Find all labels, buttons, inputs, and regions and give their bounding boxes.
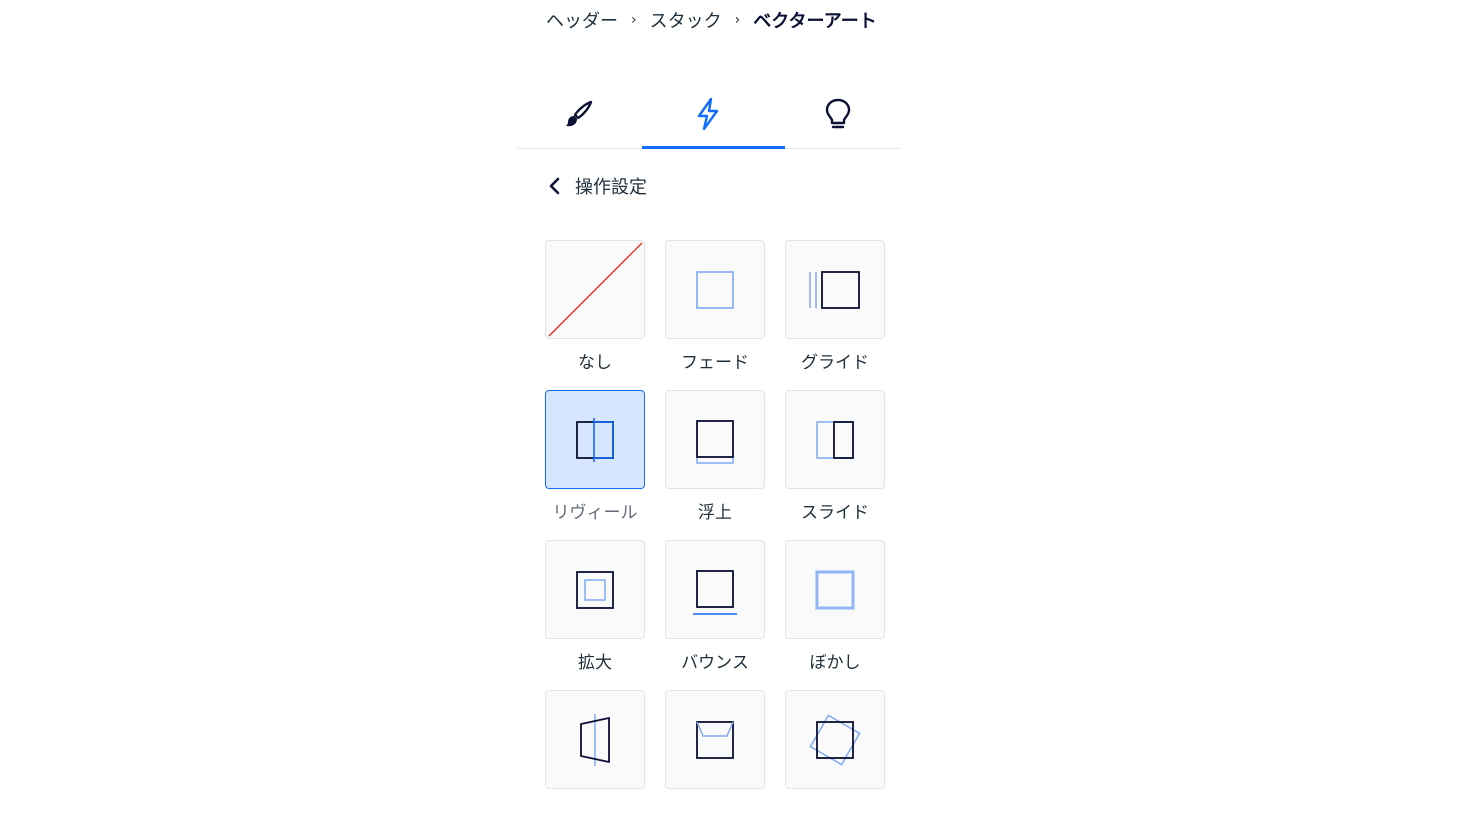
animation-thumb[interactable]: [665, 690, 765, 789]
animation-label: スライド: [801, 503, 869, 523]
animation-thumb[interactable]: [785, 690, 885, 789]
animation-thumb[interactable]: [665, 390, 765, 489]
paintbrush-icon: [566, 100, 593, 127]
animation-label: なし: [578, 353, 612, 373]
animation-option-spin: [785, 690, 885, 840]
fade-icon: [696, 270, 734, 309]
animation-thumb[interactable]: [665, 240, 765, 339]
animation-option-fold: [665, 690, 765, 840]
animation-option-slide: スライド: [785, 390, 885, 540]
blur-icon: [815, 569, 855, 610]
animation-label: フェード: [681, 353, 749, 373]
flip-icon: [580, 713, 610, 766]
breadcrumb: ヘッダー › スタック › ベクターアート: [546, 7, 877, 33]
breadcrumb-item-header[interactable]: ヘッダー: [546, 7, 618, 33]
animation-thumb[interactable]: [545, 240, 645, 339]
back-button[interactable]: 操作設定: [545, 172, 647, 200]
animation-label: グライド: [801, 353, 869, 373]
tab-bar: [517, 80, 900, 149]
tab-design[interactable]: [517, 80, 641, 148]
animation-label: 浮上: [698, 503, 732, 523]
reveal-icon: [576, 417, 614, 462]
breadcrumb-separator: ›: [734, 12, 741, 28]
animation-label: ぼかし: [809, 653, 861, 673]
breadcrumb-separator: ›: [631, 12, 637, 28]
animation-label: 拡大: [578, 653, 612, 673]
bounce-icon: [693, 569, 737, 615]
animation-thumb[interactable]: [785, 540, 885, 639]
animation-option-glide: グライド: [785, 240, 885, 390]
animation-option-none: なし: [545, 240, 645, 390]
animation-option-fade: フェード: [665, 240, 765, 390]
glide-icon: [809, 270, 860, 309]
lightning-icon: [698, 97, 719, 131]
animation-option-expand: 拡大: [545, 540, 645, 690]
animation-label: バウンス: [681, 653, 749, 673]
animation-panel: ヘッダー › スタック › ベクターアート 操作設定 なし フェード グライド …: [517, 0, 900, 802]
animation-label: リヴィール: [552, 503, 638, 523]
animation-option-float: 浮上: [665, 390, 765, 540]
animation-thumb[interactable]: [545, 540, 645, 639]
chevron-left-icon: [549, 177, 560, 195]
lightbulb-icon: [825, 98, 850, 129]
animation-option-blur: ぼかし: [785, 540, 885, 690]
back-label: 操作設定: [575, 177, 647, 198]
breadcrumb-current: ベクターアート: [753, 11, 877, 32]
tab-tips[interactable]: [776, 80, 900, 148]
expand-icon: [576, 570, 614, 609]
float-icon: [696, 419, 734, 464]
animation-option-bounce: バウンス: [665, 540, 765, 690]
animation-grid: なし フェード グライド リヴィール 浮上 スライド 拡大 バウンス ぼかし: [545, 240, 885, 840]
breadcrumb-item-stack[interactable]: スタック: [650, 7, 722, 33]
fold-icon: [696, 720, 734, 759]
slide-icon: [816, 420, 854, 459]
animation-option-flip: [545, 690, 645, 840]
animation-option-reveal: リヴィール: [545, 390, 645, 540]
animation-thumb[interactable]: [545, 690, 645, 789]
none-icon: [548, 242, 643, 337]
tab-animation[interactable]: [641, 80, 785, 149]
animation-thumb[interactable]: [785, 390, 885, 489]
animation-thumb[interactable]: [785, 240, 885, 339]
animation-thumb[interactable]: [545, 390, 645, 489]
spin-icon: [809, 713, 861, 766]
animation-thumb[interactable]: [665, 540, 765, 639]
